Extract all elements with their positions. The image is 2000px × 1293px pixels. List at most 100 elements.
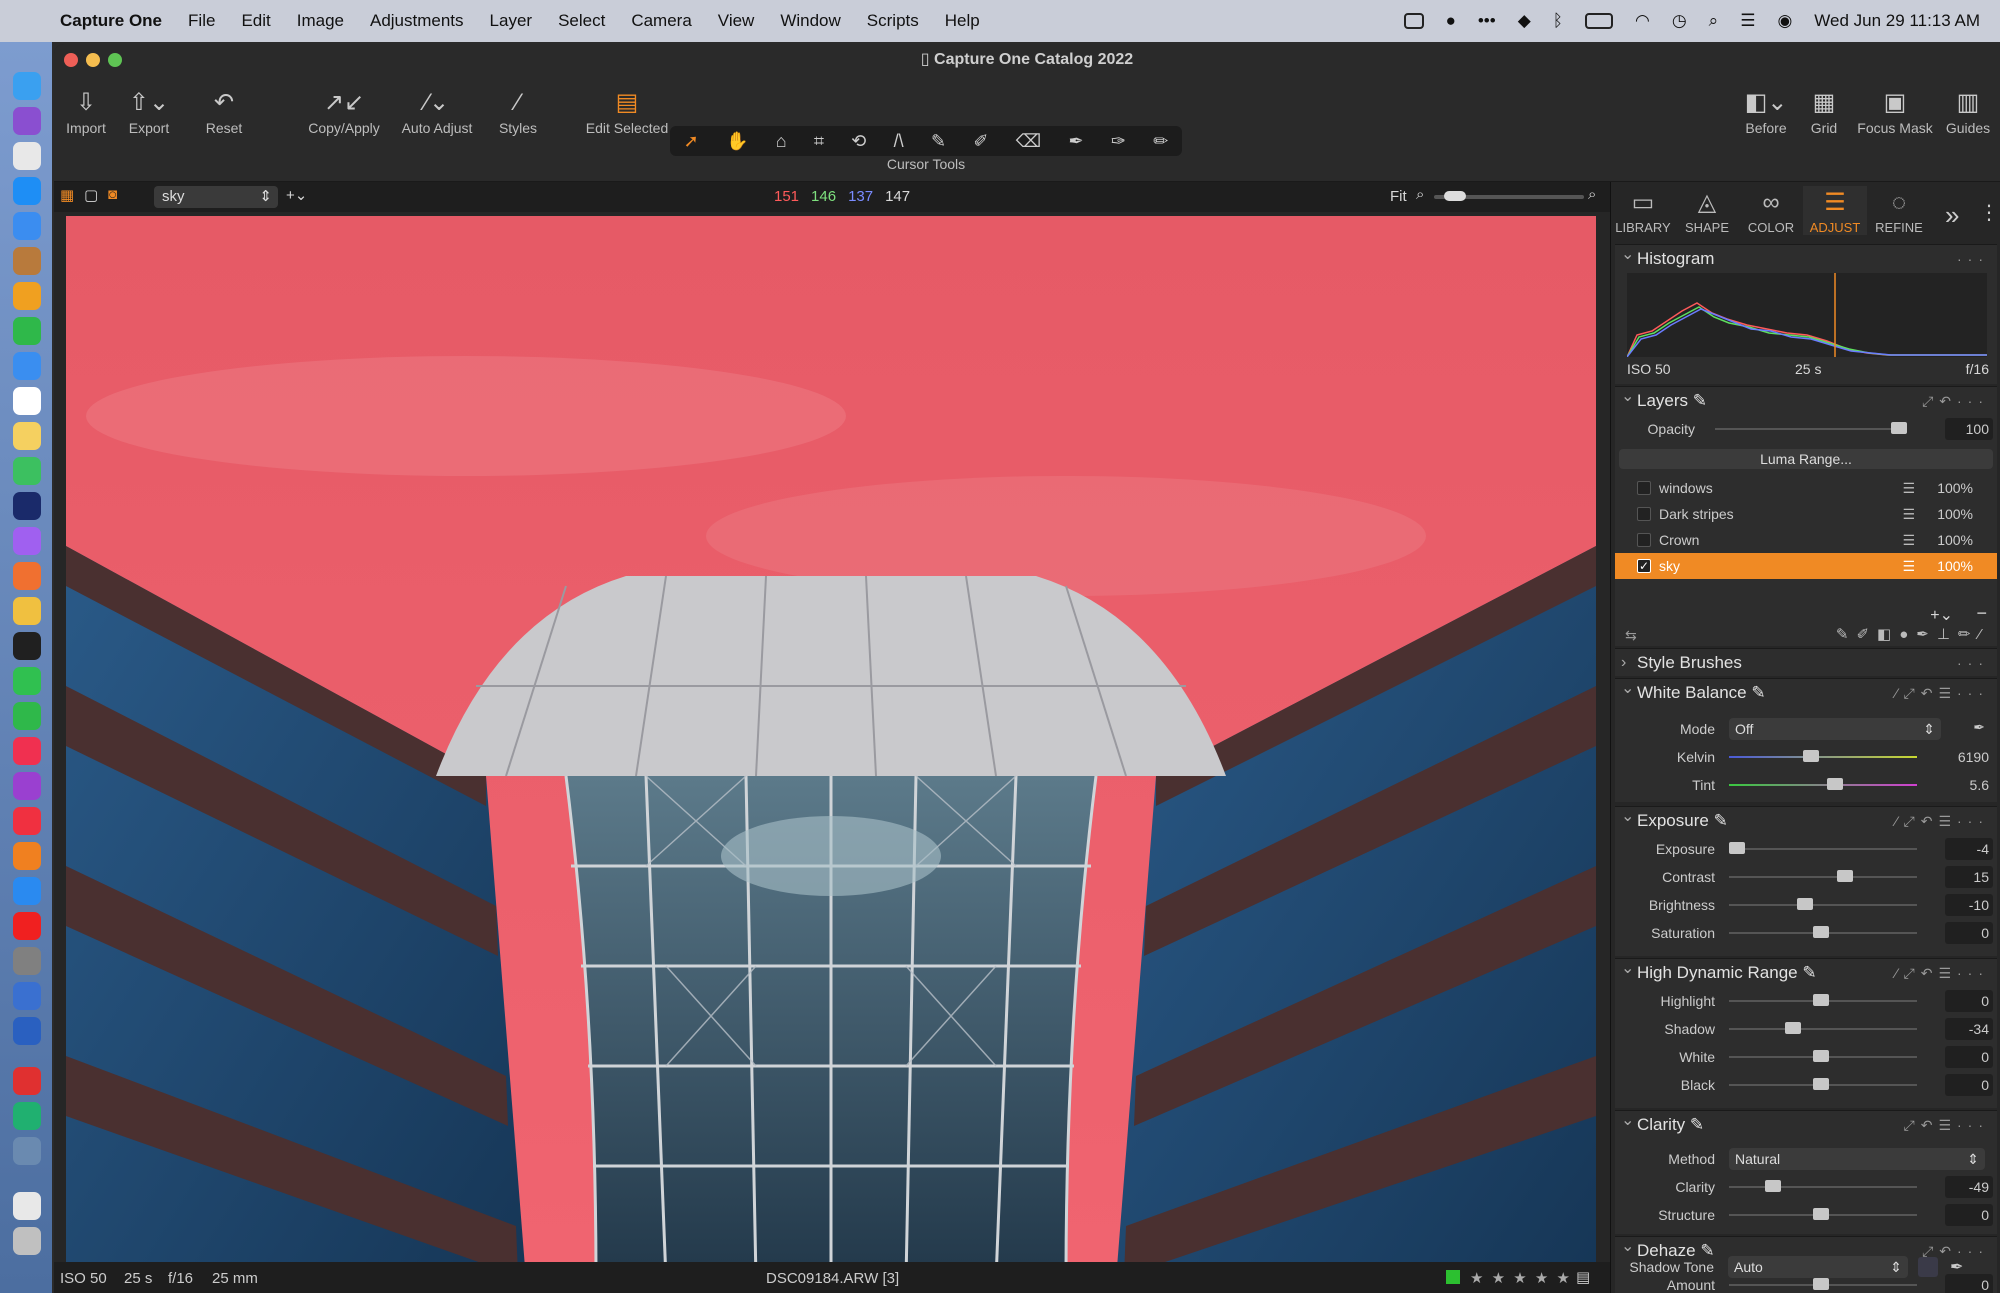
star-rating[interactable]: ★ ★ ★ ★ ★ xyxy=(1470,1269,1572,1287)
layers-brush-icon[interactable]: ✎ xyxy=(1693,391,1707,410)
close-window-button[interactable] xyxy=(64,53,78,67)
add-layer-icon[interactable]: +⌄ xyxy=(286,186,307,204)
clarity-method-select[interactable]: Natural ⇕ xyxy=(1729,1148,1985,1170)
layer-sky[interactable]: ✓ sky ☰ 100% xyxy=(1615,553,1997,579)
luma-range-button[interactable]: Luma Range... xyxy=(1619,449,1993,469)
zoom-out-icon[interactable]: ⌕ xyxy=(1416,186,1424,203)
more-apps-icon[interactable] xyxy=(13,1067,41,1095)
siri-dock-icon[interactable] xyxy=(13,107,41,135)
grammarly-dock-icon[interactable] xyxy=(13,1102,41,1130)
calendar-icon[interactable] xyxy=(13,387,41,415)
notes-icon[interactable] xyxy=(13,422,41,450)
filmstrip-icon[interactable]: ▤ xyxy=(1576,1268,1590,1286)
single-view-icon[interactable]: ▢ xyxy=(84,186,98,204)
histogram-header[interactable]: Histogram··· xyxy=(1615,241,1997,273)
control-center-icon[interactable]: ☰ xyxy=(1740,11,1755,31)
white-slider-handle[interactable] xyxy=(1813,1050,1829,1062)
image-viewer[interactable] xyxy=(54,212,1610,1293)
layer-adjust-icon[interactable]: ☰ xyxy=(1902,475,1915,501)
shadow-tone-select[interactable]: Auto ⇕ xyxy=(1728,1256,1908,1278)
display-icon[interactable] xyxy=(1403,13,1424,29)
tab-color[interactable]: ∞ COLOR xyxy=(1739,186,1803,235)
tab-adjust[interactable]: ☰ ADJUST xyxy=(1803,186,1867,235)
layers-header[interactable]: Layers ✎⤢↶··· xyxy=(1615,383,1997,415)
hdr-brush-icon[interactable]: ✎ xyxy=(1802,963,1816,982)
exposure-slider[interactable] xyxy=(1729,848,1917,850)
documents-icon[interactable] xyxy=(13,1192,41,1220)
dropbox-icon[interactable]: ◆ xyxy=(1518,11,1531,31)
keynote-icon[interactable] xyxy=(13,352,41,380)
shadow-value[interactable]: -34 xyxy=(1969,1021,1989,1037)
exposure-slider-handle[interactable] xyxy=(1729,842,1745,854)
more-icon[interactable]: ••• xyxy=(1478,11,1496,31)
reset-button[interactable]: ↶ Reset xyxy=(184,86,264,136)
remote-desktop-icon[interactable] xyxy=(13,1017,41,1045)
maps-icon[interactable] xyxy=(13,457,41,485)
select-cursor-icon[interactable]: ➚ xyxy=(684,131,699,152)
keystone-cursor-icon[interactable]: /\ xyxy=(894,131,904,152)
mail-icon[interactable] xyxy=(13,212,41,240)
copy-apply-button[interactable]: ↗↙ Copy/Apply xyxy=(294,86,394,136)
opacity-slider[interactable] xyxy=(1715,428,1907,430)
layer-adjust-icon[interactable]: ☰ xyxy=(1902,501,1915,527)
hdr-header[interactable]: High Dynamic Range ✎⁄⤢↶☰··· xyxy=(1615,955,1997,987)
clarity-header[interactable]: Clarity ✎⤢↶☰··· xyxy=(1615,1107,1997,1139)
clarity-tools-icon[interactable]: ⤢↶☰··· xyxy=(1904,1111,1989,1139)
fit-label[interactable]: Fit xyxy=(1390,188,1407,205)
layer-mask-tools[interactable]: ✎✐◧●✒⊥✏⁄ xyxy=(1836,625,1989,643)
opacity-slider-handle[interactable] xyxy=(1891,422,1907,434)
pan-cursor-icon[interactable]: ✋ xyxy=(726,131,748,152)
remove-layer-button[interactable]: − xyxy=(1976,603,1987,624)
layers-tools-icon[interactable]: ⤢↶··· xyxy=(1922,387,1989,415)
clock-icon[interactable]: ◷ xyxy=(1672,11,1687,31)
clarity-slider-handle[interactable] xyxy=(1765,1180,1781,1192)
layer-adjust-icon[interactable]: ☰ xyxy=(1902,527,1915,553)
menu-file[interactable]: File xyxy=(188,11,215,31)
affinity-publisher-icon[interactable] xyxy=(13,562,41,590)
layer-adjust-icon[interactable]: ☰ xyxy=(1902,553,1915,579)
panel-menu-icon[interactable]: ⋮ xyxy=(1979,200,1999,225)
hdr-tools-icon[interactable]: ⁄⤢↶☰··· xyxy=(1895,959,1989,987)
gradient-cursor-icon[interactable]: ✒ xyxy=(1068,131,1083,152)
before-button[interactable]: ◧⌄ Before xyxy=(1734,86,1798,136)
spotlight-icon[interactable]: ⌕ xyxy=(1709,11,1719,31)
menu-image[interactable]: Image xyxy=(297,11,344,31)
grid-button[interactable]: ▦ Grid xyxy=(1796,86,1852,136)
brightness-slider-handle[interactable] xyxy=(1797,898,1813,910)
kelvin-slider[interactable] xyxy=(1729,756,1917,758)
contrast-slider-handle[interactable] xyxy=(1837,870,1853,882)
style-brushes-menu-icon[interactable]: ··· xyxy=(1957,649,1989,677)
rotate-cursor-icon[interactable]: ⟲ xyxy=(851,131,866,152)
layer-selector[interactable]: sky ⇕ xyxy=(154,186,278,208)
layer-checkbox[interactable] xyxy=(1637,507,1651,521)
trash-icon[interactable] xyxy=(13,1227,41,1255)
saturation-value[interactable]: 0 xyxy=(1981,925,1989,941)
tab-shape[interactable]: ◬ SHAPE xyxy=(1675,186,1739,235)
tab-refine[interactable]: ◌ REFINE xyxy=(1867,186,1931,235)
white-balance-header[interactable]: White Balance ✎⁄⤢↶☰··· xyxy=(1615,675,1997,707)
books-icon[interactable] xyxy=(13,842,41,870)
menu-camera[interactable]: Camera xyxy=(631,11,691,31)
youtube-icon[interactable] xyxy=(13,912,41,940)
contrast-value[interactable]: 15 xyxy=(1973,869,1989,885)
screen-sharing-icon[interactable] xyxy=(13,982,41,1010)
wb-picker-icon[interactable]: ✒ xyxy=(1973,719,1985,736)
layer-windows[interactable]: windows ☰ 100% xyxy=(1615,475,1997,501)
battery-icon[interactable] xyxy=(1584,13,1613,29)
guides-button[interactable]: ▥ Guides xyxy=(1938,86,1998,136)
zoom-slider-handle[interactable] xyxy=(1444,191,1466,201)
menu-window[interactable]: Window xyxy=(780,11,840,31)
photo-canvas[interactable] xyxy=(66,216,1596,1280)
wb-mode-select[interactable]: Off ⇕ xyxy=(1729,718,1941,740)
styles-button[interactable]: ⁄ Styles xyxy=(482,86,554,136)
zoom-in-icon[interactable]: ⌕ xyxy=(1588,186,1596,203)
wifi-icon[interactable]: ◠ xyxy=(1635,11,1650,31)
shadow-slider[interactable] xyxy=(1729,1028,1917,1030)
loupe-cursor-icon[interactable]: ⌂ xyxy=(776,131,787,152)
histogram-menu-icon[interactable]: ··· xyxy=(1957,245,1989,273)
export-button[interactable]: ⇧⌄ Export xyxy=(114,86,184,136)
brush-cursor-icon[interactable]: ✐ xyxy=(973,131,988,152)
safari-icon[interactable] xyxy=(13,177,41,205)
exposure-header[interactable]: Exposure ✎⁄⤢↶☰··· xyxy=(1615,803,1997,835)
bluetooth-icon[interactable]: ᛒ xyxy=(1553,11,1563,31)
